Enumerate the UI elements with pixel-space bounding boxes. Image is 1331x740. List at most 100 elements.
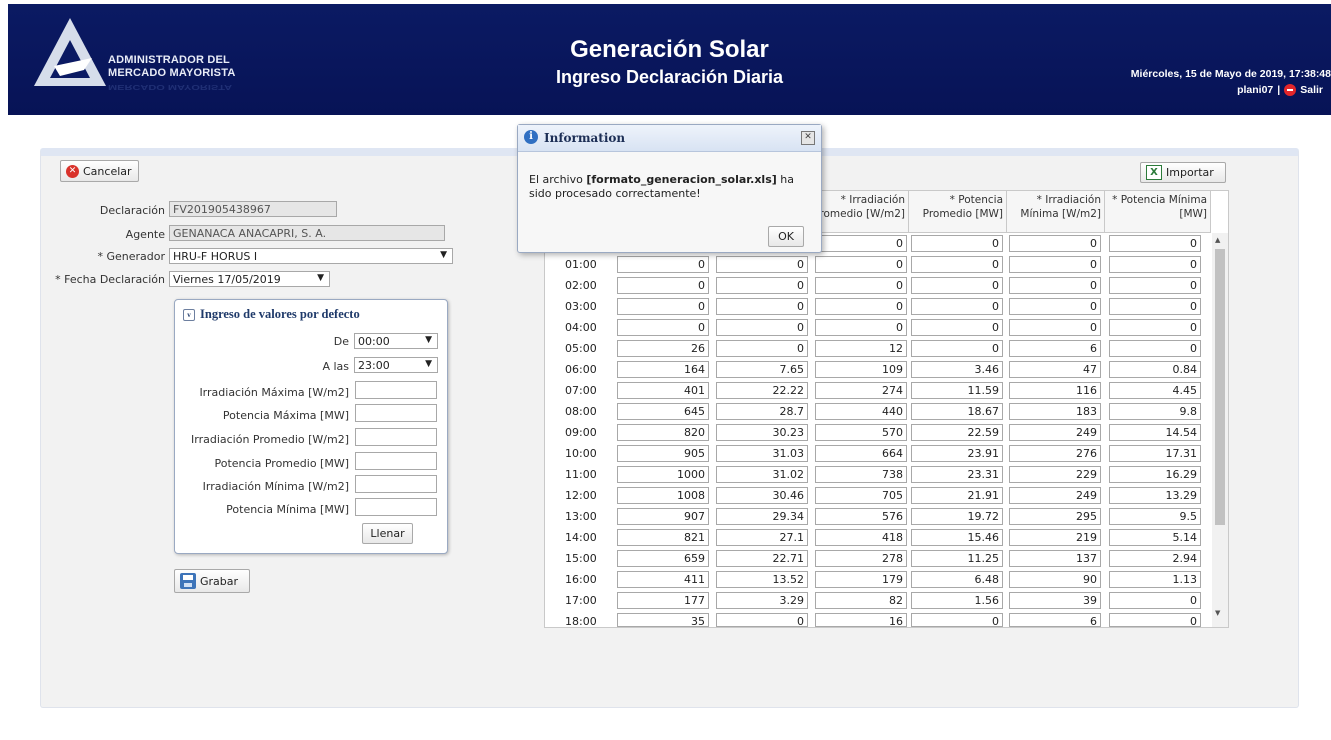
- grid-cell-input[interactable]: 0: [716, 613, 808, 628]
- grid-cell-input[interactable]: 3.46: [911, 361, 1003, 378]
- grid-cell-input[interactable]: 5.14: [1109, 529, 1201, 546]
- irr-max-input[interactable]: [355, 381, 437, 399]
- grid-cell-input[interactable]: 0: [617, 256, 709, 273]
- grid-cell-input[interactable]: 0: [911, 277, 1003, 294]
- grid-cell-input[interactable]: 179: [815, 571, 907, 588]
- grid-cell-input[interactable]: 0: [716, 319, 808, 336]
- grid-cell-input[interactable]: 16.29: [1109, 466, 1201, 483]
- grid-cell-input[interactable]: 0: [911, 235, 1003, 252]
- scroll-up-icon[interactable]: ▲: [1215, 236, 1220, 244]
- save-button[interactable]: Grabar: [174, 569, 250, 593]
- grid-cell-input[interactable]: 1.13: [1109, 571, 1201, 588]
- grid-cell-input[interactable]: 0: [815, 256, 907, 273]
- grid-cell-input[interactable]: 0: [815, 298, 907, 315]
- grid-cell-input[interactable]: 0: [617, 319, 709, 336]
- fill-button[interactable]: Llenar: [362, 523, 413, 544]
- grid-cell-input[interactable]: 0: [1009, 319, 1101, 336]
- grid-cell-input[interactable]: 0: [1109, 256, 1201, 273]
- grid-cell-input[interactable]: 31.02: [716, 466, 808, 483]
- cancel-button[interactable]: ✕ Cancelar: [60, 160, 139, 182]
- grid-cell-input[interactable]: 90: [1009, 571, 1101, 588]
- grid-cell-input[interactable]: 6: [1009, 613, 1101, 628]
- grid-cell-input[interactable]: 0: [716, 256, 808, 273]
- grid-cell-input[interactable]: 18.67: [911, 403, 1003, 420]
- grid-cell-input[interactable]: 14.54: [1109, 424, 1201, 441]
- grid-cell-input[interactable]: 2.94: [1109, 550, 1201, 567]
- grid-cell-input[interactable]: 30.23: [716, 424, 808, 441]
- grid-cell-input[interactable]: 23.91: [911, 445, 1003, 462]
- grid-cell-input[interactable]: 9.8: [1109, 403, 1201, 420]
- grid-cell-input[interactable]: 22.71: [716, 550, 808, 567]
- grid-cell-input[interactable]: 418: [815, 529, 907, 546]
- grid-cell-input[interactable]: 3.29: [716, 592, 808, 609]
- grid-cell-input[interactable]: 249: [1009, 487, 1101, 504]
- grid-cell-input[interactable]: 0: [815, 319, 907, 336]
- grid-cell-input[interactable]: 11.25: [911, 550, 1003, 567]
- grid-cell-input[interactable]: 411: [617, 571, 709, 588]
- generador-select[interactable]: HRU-F HORUS I ▼: [169, 248, 453, 264]
- grid-cell-input[interactable]: 0: [1109, 592, 1201, 609]
- grid-cell-input[interactable]: 0: [1009, 256, 1101, 273]
- grid-cell-input[interactable]: 1008: [617, 487, 709, 504]
- grid-scrollbar[interactable]: ▲ ▼: [1212, 233, 1228, 627]
- grid-cell-input[interactable]: 16: [815, 613, 907, 628]
- close-icon[interactable]: ✕: [801, 131, 815, 145]
- grid-cell-input[interactable]: 0: [1009, 298, 1101, 315]
- grid-cell-input[interactable]: 645: [617, 403, 709, 420]
- grid-cell-input[interactable]: 570: [815, 424, 907, 441]
- grid-cell-input[interactable]: 576: [815, 508, 907, 525]
- grid-cell-input[interactable]: 0: [1109, 613, 1201, 628]
- grid-cell-input[interactable]: 15.46: [911, 529, 1003, 546]
- grid-cell-input[interactable]: 21.91: [911, 487, 1003, 504]
- a-las-select[interactable]: 23:00 ▼: [354, 357, 438, 373]
- grid-cell-input[interactable]: 0: [1109, 340, 1201, 357]
- grid-cell-input[interactable]: 0: [911, 613, 1003, 628]
- grid-cell-input[interactable]: 109: [815, 361, 907, 378]
- grid-cell-input[interactable]: 30.46: [716, 487, 808, 504]
- grid-cell-input[interactable]: 0: [617, 277, 709, 294]
- grid-cell-input[interactable]: 22.22: [716, 382, 808, 399]
- grid-cell-input[interactable]: 249: [1009, 424, 1101, 441]
- grid-cell-input[interactable]: 738: [815, 466, 907, 483]
- grid-cell-input[interactable]: 164: [617, 361, 709, 378]
- grid-cell-input[interactable]: 13.52: [716, 571, 808, 588]
- grid-cell-input[interactable]: 13.29: [1109, 487, 1201, 504]
- grid-cell-input[interactable]: 1000: [617, 466, 709, 483]
- default-values-header[interactable]: v Ingreso de valores por defecto: [183, 307, 360, 322]
- grid-cell-input[interactable]: 6: [1009, 340, 1101, 357]
- grid-cell-input[interactable]: 137: [1009, 550, 1101, 567]
- dialog-header[interactable]: i Information ✕: [518, 125, 821, 152]
- grid-cell-input[interactable]: 0: [716, 340, 808, 357]
- grid-cell-input[interactable]: 47: [1009, 361, 1101, 378]
- grid-cell-input[interactable]: 0: [716, 277, 808, 294]
- scroll-thumb[interactable]: [1215, 249, 1225, 525]
- grid-cell-input[interactable]: 219: [1009, 529, 1101, 546]
- pot-max-input[interactable]: [355, 404, 437, 422]
- grid-cell-input[interactable]: 0: [1109, 319, 1201, 336]
- grid-cell-input[interactable]: 0: [1109, 235, 1201, 252]
- irr-prom-input[interactable]: [355, 428, 437, 446]
- grid-cell-input[interactable]: 22.59: [911, 424, 1003, 441]
- grid-cell-input[interactable]: 664: [815, 445, 907, 462]
- grid-cell-input[interactable]: 0: [1109, 277, 1201, 294]
- ok-button[interactable]: OK: [768, 226, 804, 247]
- grid-cell-input[interactable]: 276: [1009, 445, 1101, 462]
- collapse-chevron-icon[interactable]: v: [183, 308, 195, 321]
- grid-cell-input[interactable]: 0: [911, 256, 1003, 273]
- grid-cell-input[interactable]: 7.65: [716, 361, 808, 378]
- grid-cell-input[interactable]: 0.84: [1109, 361, 1201, 378]
- grid-cell-input[interactable]: 401: [617, 382, 709, 399]
- scroll-down-icon[interactable]: ▼: [1215, 609, 1220, 617]
- grid-cell-input[interactable]: 28.7: [716, 403, 808, 420]
- grid-cell-input[interactable]: 820: [617, 424, 709, 441]
- pot-prom-input[interactable]: [355, 452, 437, 470]
- grid-cell-input[interactable]: 705: [815, 487, 907, 504]
- grid-cell-input[interactable]: 19.72: [911, 508, 1003, 525]
- grid-cell-input[interactable]: 0: [911, 340, 1003, 357]
- grid-cell-input[interactable]: 0: [815, 235, 907, 252]
- grid-cell-input[interactable]: 17.31: [1109, 445, 1201, 462]
- grid-cell-input[interactable]: 35: [617, 613, 709, 628]
- grid-cell-input[interactable]: 0: [617, 298, 709, 315]
- logout-icon[interactable]: [1284, 84, 1297, 96]
- grid-cell-input[interactable]: 907: [617, 508, 709, 525]
